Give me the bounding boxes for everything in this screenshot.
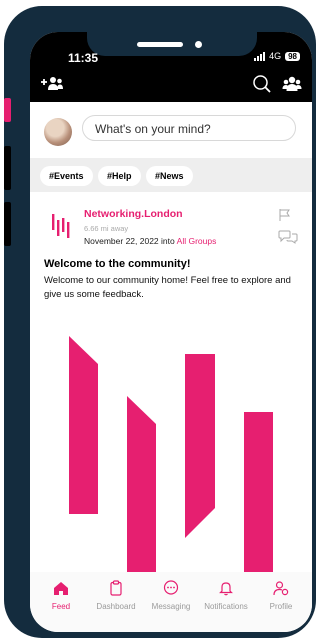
profile-settings-icon [273,581,289,596]
tab-notifications-label: Notifications [204,602,248,611]
status-time: 11:35 [68,51,99,65]
post-body: Welcome to our community home! Feel free… [44,275,291,300]
tab-messaging-label: Messaging [151,602,191,611]
status-indicators: 4G 98 [254,51,300,61]
tab-messaging[interactable]: Messaging [143,580,199,611]
post-meta: November 22, 2022 into All Groups [84,236,216,246]
notch [87,32,257,56]
post-title: Welcome to the community! [44,258,191,270]
header-bar: 11:35 4G 98 [30,32,312,102]
app-screen: 11:35 4G 98 What's on your mind? #Events… [30,32,312,632]
speaker [137,42,183,47]
network-type: 4G [269,51,282,61]
flag-icon[interactable] [278,208,292,222]
tag-news[interactable]: #News [146,166,193,186]
post-group-link[interactable]: All Groups [177,236,217,246]
comment-icon[interactable] [278,230,298,244]
post-composer: What's on your mind? [30,102,312,158]
front-camera [195,41,202,48]
tag-help[interactable]: #Help [98,166,141,186]
networking-london-logo[interactable] [50,210,74,238]
tab-notifications[interactable]: Notifications [198,580,254,611]
tab-profile-label: Profile [269,602,293,611]
bell-icon [219,582,233,596]
groups-icon[interactable] [282,74,302,94]
post-into: into [161,236,175,246]
action-button [4,98,11,122]
bottom-nav: Feed Dashboard Messaging Notifications P… [30,572,312,632]
tab-dashboard-label: Dashboard [96,602,136,611]
volume-down-button [4,202,11,246]
battery-level: 98 [285,51,300,61]
tab-feed-label: Feed [51,602,71,611]
post-input[interactable]: What's on your mind? [82,115,296,141]
clipboard-icon [110,580,122,596]
add-user-icon[interactable] [40,76,64,90]
post-distance: 6.66 mi away [84,224,129,233]
chat-bubble-icon [163,580,179,595]
home-icon [54,582,68,595]
hashtag-bar: #Events #Help #News [30,158,312,192]
volume-up-button [4,146,11,190]
post-image-logo[interactable] [30,316,312,572]
search-icon[interactable] [252,74,272,94]
tab-profile[interactable]: Profile [253,580,309,611]
tab-feed[interactable]: Feed [33,580,89,611]
phone-frame: 11:35 4G 98 What's on your mind? #Events… [4,6,316,638]
tab-dashboard[interactable]: Dashboard [88,580,144,611]
post-author[interactable]: Networking.London [84,208,183,220]
tag-events[interactable]: #Events [40,166,93,186]
signal-icon [254,51,266,61]
post-date: November 22, 2022 [84,236,159,246]
feed-post: Networking.London 6.66 mi away November … [30,192,312,572]
user-avatar[interactable] [44,118,72,146]
